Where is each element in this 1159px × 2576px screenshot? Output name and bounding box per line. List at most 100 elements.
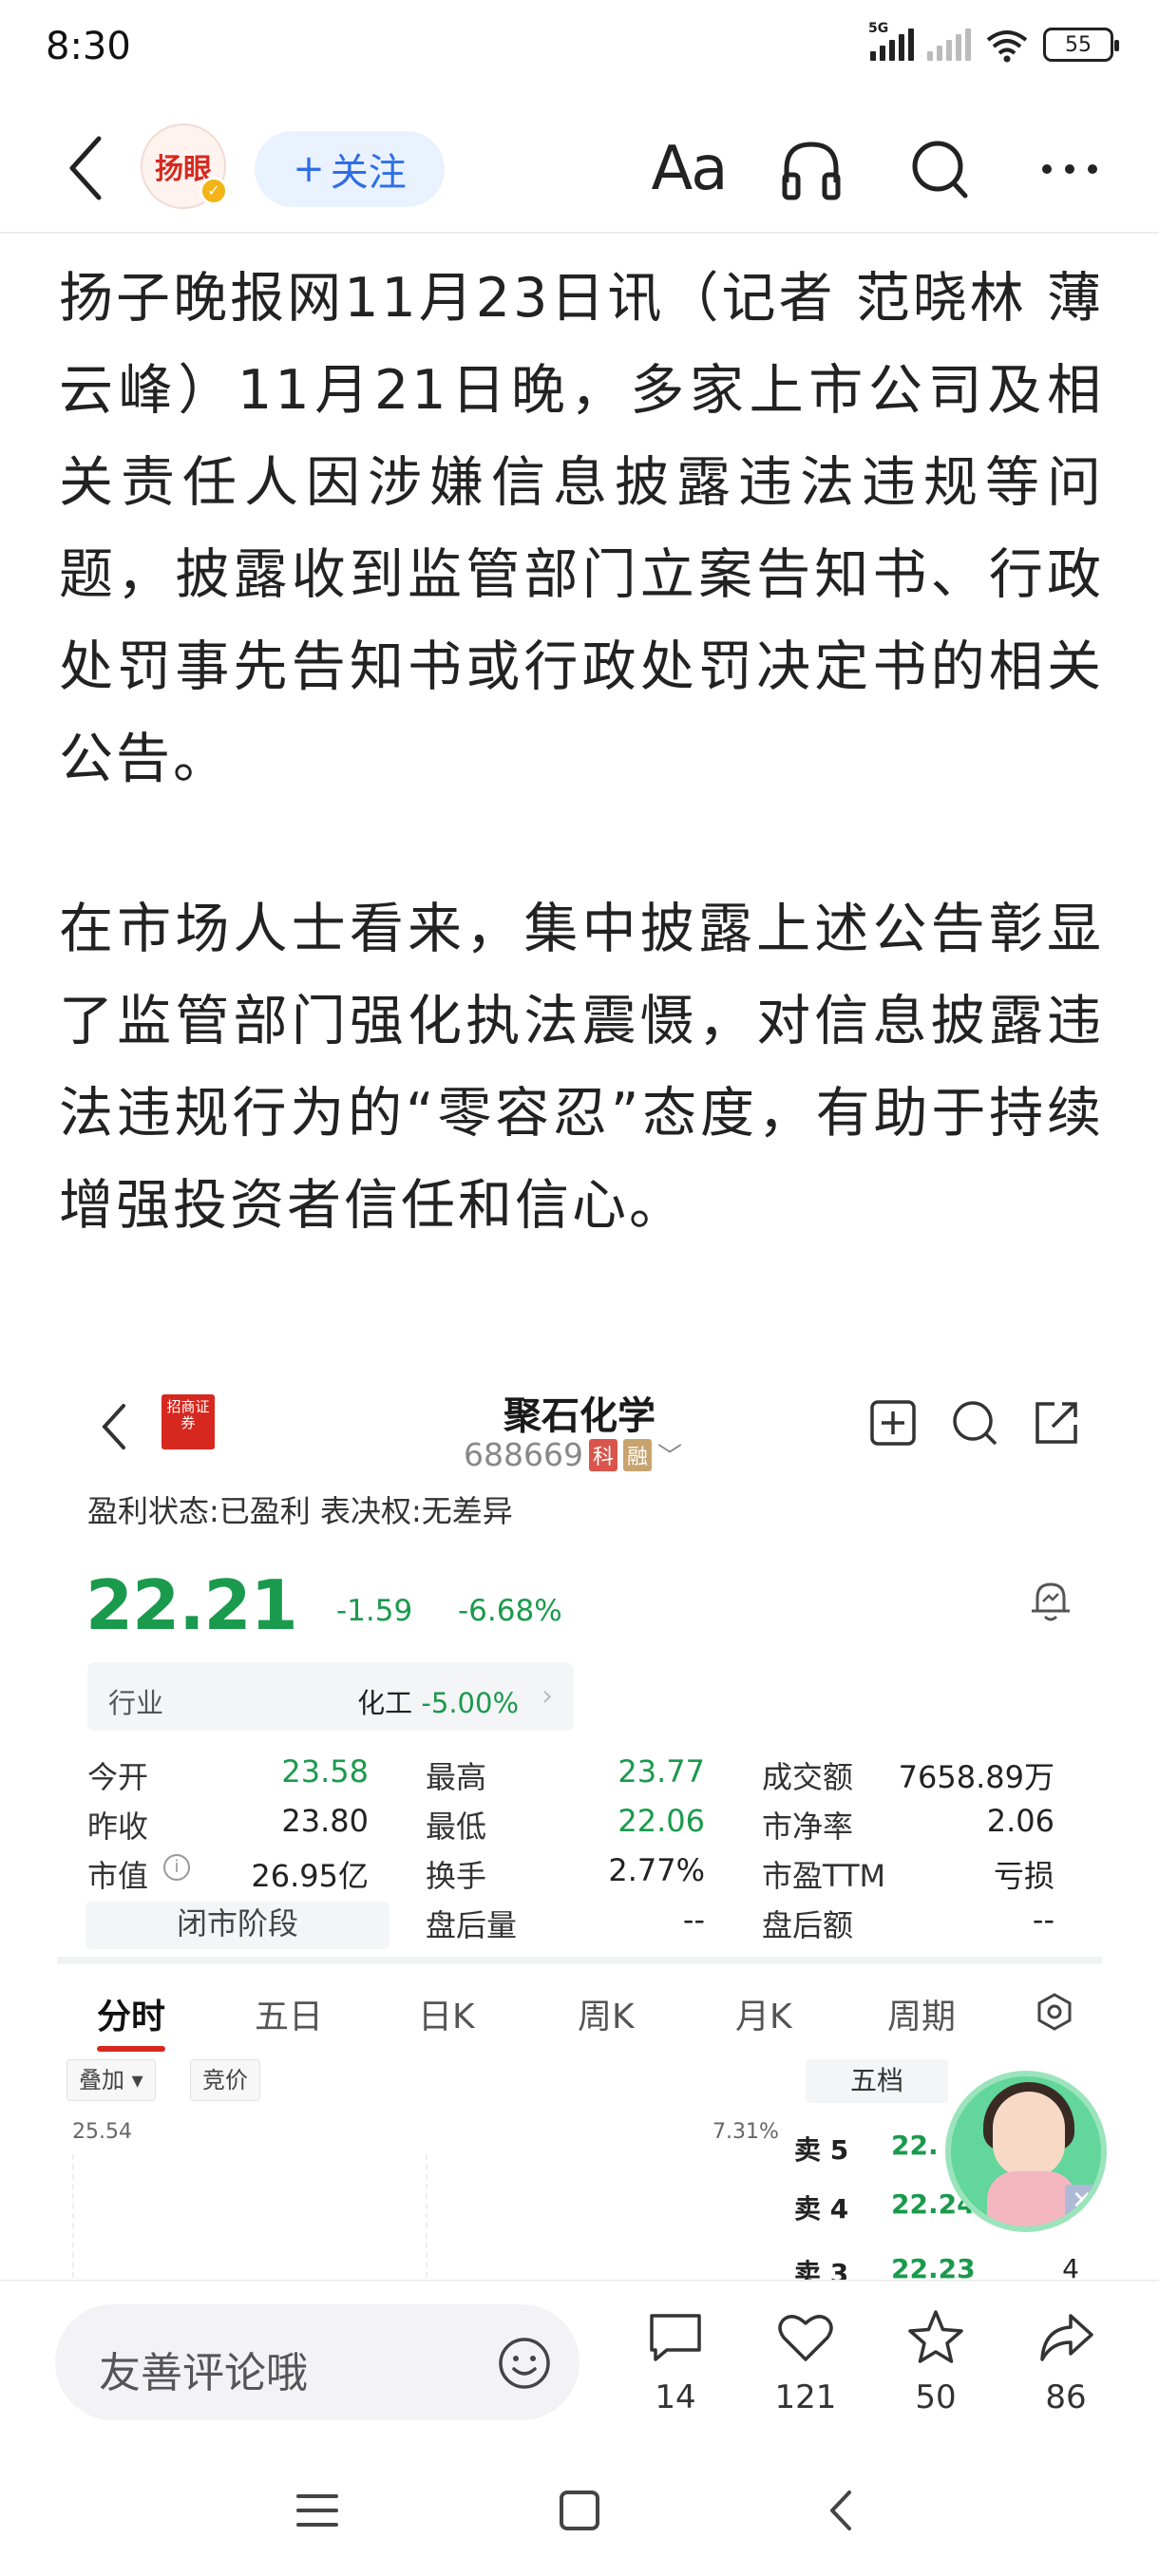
assistant-face — [993, 2092, 1065, 2177]
emoji-icon[interactable] — [496, 2335, 553, 2392]
comments-count: 14 — [655, 2378, 696, 2416]
stock-toolbar — [866, 1396, 1083, 1449]
comments-button[interactable]: 14 — [623, 2306, 728, 2416]
tab-period: 周期 — [887, 1998, 957, 2036]
stock-change-pct: -6.68% — [458, 1594, 562, 1628]
margin-tag: 融 — [623, 1438, 653, 1471]
plus-icon: + — [293, 147, 325, 191]
battery-level: 55 — [1065, 32, 1092, 57]
favorites-count: 50 — [915, 2378, 957, 2416]
stock-stats-table: 今开 23.58 最高 23.77 成交额 7658.89万 昨收 23.80 … — [86, 1748, 1074, 1949]
stat-value: 23.77 — [618, 1753, 705, 1790]
orderbook-title: 五档 — [806, 2059, 948, 2103]
stats-row: 昨收 23.80 最低 22.06 市净率 2.06 — [86, 1797, 1074, 1847]
stock-search-icon — [953, 1401, 998, 1446]
tab-weekly-k: 周K — [578, 1998, 635, 2036]
stat-value: 7658.89万 — [898, 1759, 1054, 1795]
follow-button[interactable]: + 关注 — [255, 131, 445, 207]
settings-icon — [1037, 1993, 1072, 2031]
wifi-icon — [986, 30, 1028, 63]
system-back-icon[interactable] — [813, 2487, 870, 2534]
add-watchlist-icon — [870, 1400, 916, 1446]
stats-row: 闭市阶段 盘后量 -- 盘后额 -- — [86, 1896, 1074, 1949]
system-navigation-bar — [0, 2441, 1159, 2576]
close-icon[interactable]: ✕ — [1065, 2185, 1099, 2219]
overlay-chip: 叠加 ▾ — [66, 2059, 156, 2101]
comment-icon — [650, 2314, 701, 2361]
industry-bar: 行业 化工 -5.00% › — [87, 1662, 574, 1731]
favorite-button[interactable]: 50 — [884, 2306, 988, 2416]
closed-phase-badge: 闭市阶段 — [86, 1902, 390, 1949]
stat-value: 23.58 — [281, 1753, 369, 1790]
tab-intraday: 分时 — [97, 1989, 166, 2052]
chevron-right-icon: › — [542, 1679, 553, 1712]
stock-code: 688669 — [464, 1436, 583, 1473]
price-alert-icon — [1032, 1582, 1070, 1621]
stat-value: 22.06 — [618, 1803, 705, 1839]
stat-label: 昨收 — [87, 1809, 149, 1845]
article-paragraph: 在市场人士看来，集中披露上述公告彰显了监管部门强化执法震慑，对信息披露违法违规行… — [59, 898, 1104, 1237]
article-body: 扬子晚报网11月23日讯（记者 范晓林 薄云峰）11月21日晚，多家上市公司及相… — [59, 253, 1104, 1252]
stat-label: 市净率 — [762, 1809, 854, 1845]
stat-value: -- — [1032, 1902, 1054, 1938]
stat-value: 23.80 — [281, 1803, 369, 1839]
tab-monthly-k: 月K — [735, 1998, 792, 2036]
chart-y-max: 25.54 — [72, 2120, 132, 2144]
back-icon[interactable] — [57, 125, 114, 211]
verified-icon: ✓ — [200, 177, 228, 205]
industry-pct: -5.00% — [421, 1687, 519, 1719]
floating-assistant-button[interactable]: ✕ — [945, 2071, 1107, 2232]
shares-count: 86 — [1045, 2378, 1087, 2416]
font-size-button[interactable]: Aa — [646, 133, 732, 205]
home-icon[interactable] — [551, 2487, 608, 2534]
intraday-chart-area — [72, 2154, 794, 2280]
stat-label: 盘后额 — [762, 1907, 854, 1943]
share-icon — [1040, 2314, 1093, 2361]
stat-label: 今开 — [87, 1759, 149, 1795]
battery-icon: 55 — [1043, 28, 1119, 62]
share-out-icon — [1036, 1402, 1077, 1444]
stock-code-row: 688669 科 融 ﹀ — [464, 1436, 682, 1473]
likes-count: 121 — [774, 2378, 837, 2416]
chart-tabs: 分时 五日 日K 周K 月K 周期 — [57, 1976, 1102, 2052]
status-time: 8:30 — [46, 25, 131, 68]
industry-label: 行业 — [108, 1687, 164, 1719]
stock-divider — [57, 1957, 1102, 1964]
stat-value: 26.95亿 — [251, 1858, 369, 1894]
search-icon[interactable] — [906, 133, 975, 205]
more-icon[interactable] — [1036, 133, 1104, 205]
stat-value: 亏损 — [993, 1858, 1054, 1894]
article-header: 扬眼 ✓ + 关注 Aa — [0, 114, 1159, 224]
stat-label: 市盈TTM — [762, 1858, 886, 1894]
stock-change: -1.59 — [336, 1594, 413, 1628]
stat-label: 换手 — [426, 1858, 487, 1894]
stock-profit-status: 盈利状态:已盈利 表决权:无差异 — [87, 1493, 513, 1529]
menu-icon[interactable] — [289, 2487, 346, 2534]
headphones-icon[interactable] — [777, 133, 846, 205]
header-divider — [0, 232, 1159, 234]
status-bar: 8:30 5G 55 — [0, 0, 1159, 95]
publisher-avatar[interactable]: 扬眼 ✓ — [141, 123, 228, 209]
star-icon — [908, 2310, 963, 2363]
cellular-signal-2-icon — [927, 28, 971, 61]
share-button[interactable]: 86 — [1014, 2306, 1118, 2416]
tab-daily-k: 日K — [418, 1998, 475, 2036]
heart-icon — [778, 2315, 833, 2361]
stock-price: 22.21 — [86, 1565, 298, 1645]
auction-chip: 竞价 — [190, 2059, 260, 2101]
stat-label: 市值 — [87, 1858, 149, 1894]
like-button[interactable]: 121 — [753, 2306, 858, 2416]
orderbook-row: 卖 3 22.23 4 — [794, 2253, 1079, 2280]
stat-value: -- — [682, 1902, 705, 1938]
info-icon: i — [163, 1854, 190, 1881]
industry-value: 化工 -5.00% — [357, 1681, 519, 1721]
article-paragraph: 扬子晚报网11月23日讯（记者 范晓林 薄云峰）11月21日晚，多家上市公司及相… — [59, 267, 1104, 790]
comment-input[interactable]: 友善评论哦 — [55, 2304, 580, 2420]
stat-value: 2.06 — [986, 1803, 1054, 1839]
stat-label: 最低 — [426, 1809, 487, 1845]
stat-label: 成交额 — [762, 1759, 854, 1795]
comment-placeholder: 友善评论哦 — [99, 2349, 308, 2397]
tab-five-day: 五日 — [255, 1998, 324, 2036]
status-icons: 5G 55 — [868, 21, 1119, 63]
industry-name: 化工 — [357, 1687, 413, 1719]
